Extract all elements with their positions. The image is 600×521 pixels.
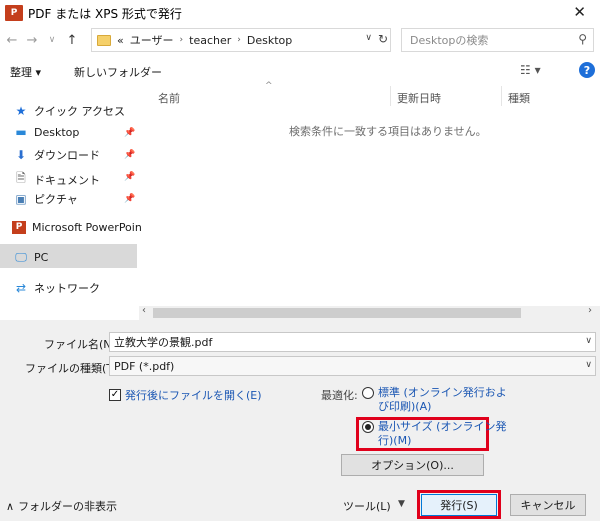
powerpoint-icon: P	[12, 221, 26, 234]
view-options-icon[interactable]: ☷ ▾	[520, 63, 541, 77]
column-header-modified[interactable]: 更新日時	[397, 90, 441, 106]
nav-pictures[interactable]: ▣ ピクチャ	[14, 191, 78, 207]
filetype-label: ファイルの種類(T):	[25, 362, 122, 375]
scroll-right-icon[interactable]: ›	[588, 305, 592, 316]
folder-icon	[97, 34, 111, 46]
network-icon: ⇄	[15, 281, 27, 295]
desktop-icon: ▬	[15, 125, 27, 139]
toolbar: 整理 ▾ 新しいフォルダー ☷ ▾ ?	[0, 58, 600, 84]
breadcrumb-desktop[interactable]: Desktop	[247, 34, 292, 47]
search-input[interactable]: Desktopの検索 ⚲	[401, 28, 594, 52]
chevron-down-icon[interactable]: ∨	[585, 360, 592, 370]
download-arrow-icon: ⬇	[15, 148, 27, 162]
close-icon[interactable]: ✕	[573, 3, 586, 21]
hide-folders-button[interactable]: ∧ フォルダーの非表示	[6, 498, 117, 514]
column-separator[interactable]	[501, 86, 502, 106]
file-list[interactable]: ^ 名前 更新日時 種類 検索条件に一致する項目はありません。	[139, 81, 600, 306]
chevron-up-icon: ∧	[6, 499, 15, 513]
powerpoint-app-icon: P	[5, 5, 23, 21]
column-separator[interactable]	[390, 86, 391, 106]
address-row: ← → ∨ ↑ « ユーザー › teacher › Desktop ∨ ↻ D…	[0, 26, 600, 54]
nav-pc[interactable]: 🖵 PC	[14, 250, 48, 265]
triangle-down-icon[interactable]: ▼	[398, 499, 405, 509]
radio-empty-icon[interactable]	[362, 387, 374, 399]
recent-locations-icon[interactable]: ∨	[42, 35, 62, 45]
breadcrumb-overflow[interactable]: «	[117, 34, 124, 47]
computer-icon: 🖵	[15, 250, 27, 264]
cancel-button[interactable]: キャンセル	[510, 494, 586, 516]
filename-field[interactable]: 立教大学の景観.pdf ∨	[109, 332, 596, 352]
pin-icon[interactable]: 📌	[124, 128, 135, 138]
column-header-type[interactable]: 種類	[508, 90, 530, 106]
pin-icon[interactable]: 📌	[124, 194, 135, 204]
chevron-down-icon[interactable]: ∨	[585, 336, 592, 346]
navigation-pane: ★ クイック アクセス ▬ Desktop 📌 ⬇ ダウンロード 📌 🗎 ドキュ…	[0, 86, 142, 320]
new-folder-button[interactable]: 新しいフォルダー	[74, 64, 162, 80]
up-arrow-icon[interactable]: ↑	[62, 33, 82, 48]
empty-message: 検索条件に一致する項目はありません。	[289, 125, 487, 138]
picture-icon: ▣	[15, 192, 27, 206]
chevron-right-icon: ›	[179, 35, 184, 45]
breadcrumb-teacher[interactable]: teacher	[189, 34, 231, 47]
nav-desktop[interactable]: ▬ Desktop	[14, 125, 79, 139]
pin-icon[interactable]: 📌	[124, 150, 135, 160]
nav-network[interactable]: ⇄ ネットワーク	[14, 280, 100, 296]
window-title: PDF または XPS 形式で発行	[28, 6, 182, 21]
forward-arrow-icon[interactable]: →	[22, 33, 42, 48]
horizontal-scrollbar[interactable]: ‹ ›	[139, 305, 600, 320]
nav-quick-access[interactable]: ★ クイック アクセス	[14, 103, 125, 119]
help-icon[interactable]: ?	[579, 62, 595, 78]
publish-button[interactable]: 発行(S)	[421, 494, 497, 516]
chevron-down-icon[interactable]: ∨	[365, 33, 372, 43]
optimize-minimum-radio[interactable]: 最小サイズ (オンライン発 行)(M)	[362, 420, 506, 448]
back-arrow-icon[interactable]: ←	[2, 33, 22, 48]
scrollbar-thumb[interactable]	[153, 308, 521, 318]
column-header-name[interactable]: 名前	[158, 90, 180, 106]
address-bar[interactable]: « ユーザー › teacher › Desktop ∨ ↻	[91, 28, 391, 52]
optimize-standard-radio[interactable]: 標準 (オンライン発行およ び印刷)(A)	[362, 386, 507, 414]
breadcrumb: « ユーザー › teacher › Desktop	[117, 32, 292, 48]
tools-button[interactable]: ツール(L)	[343, 498, 391, 514]
pin-icon[interactable]: 📌	[124, 172, 135, 182]
breadcrumb-users[interactable]: ユーザー	[130, 32, 174, 48]
checkmark-icon[interactable]: ✓	[109, 389, 121, 401]
save-options-panel: ファイル名(N): 立教大学の景観.pdf ∨ ファイルの種類(T): PDF …	[0, 320, 600, 521]
optimize-label: 最適化:	[321, 389, 358, 402]
open-after-publish-checkbox[interactable]: ✓ 発行後にファイルを開く(E)	[109, 387, 262, 403]
nav-downloads[interactable]: ⬇ ダウンロード	[14, 147, 100, 163]
refresh-icon[interactable]: ↻	[378, 32, 388, 46]
options-button[interactable]: オプション(O)...	[341, 454, 484, 476]
nav-powerpoint[interactable]: P Microsoft PowerPoin	[12, 221, 142, 234]
filetype-select[interactable]: PDF (*.pdf) ∨	[109, 356, 596, 376]
chevron-right-icon: ›	[237, 35, 241, 45]
search-icon: ⚲	[578, 32, 587, 46]
radio-selected-icon[interactable]	[362, 421, 374, 433]
document-icon: 🗎	[16, 171, 26, 185]
title-bar: P PDF または XPS 形式で発行 ✕	[0, 0, 600, 26]
star-icon: ★	[15, 104, 27, 118]
organize-button[interactable]: 整理 ▾	[10, 64, 41, 80]
sort-caret-icon: ^	[265, 81, 273, 91]
search-placeholder: Desktopの検索	[410, 34, 489, 47]
scroll-left-icon[interactable]: ‹	[142, 305, 146, 316]
nav-documents[interactable]: 🗎 ドキュメント	[14, 169, 100, 190]
